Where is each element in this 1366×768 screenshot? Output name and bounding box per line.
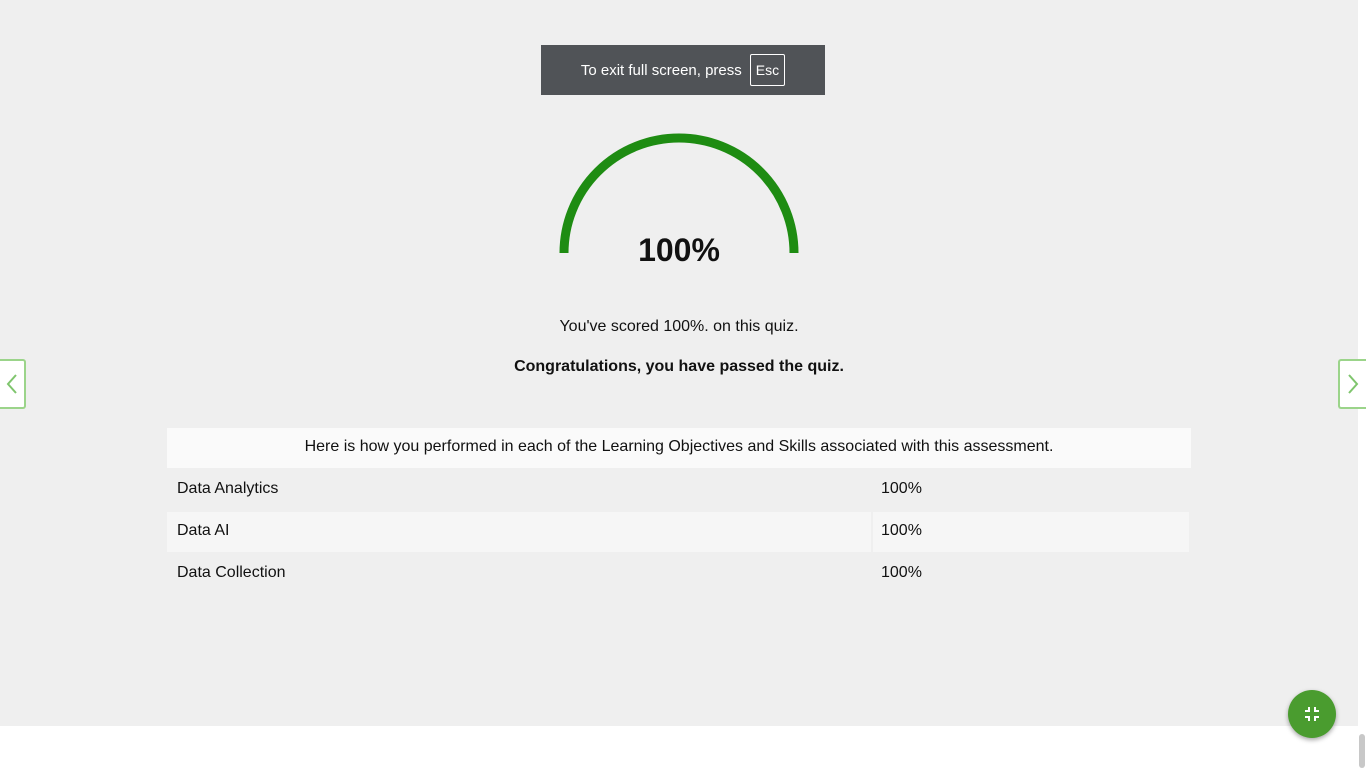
chevron-right-icon xyxy=(1348,374,1359,394)
scrollbar-thumb[interactable] xyxy=(1359,734,1365,768)
objectives-header: Here is how you performed in each of the… xyxy=(167,428,1191,468)
objective-name: Data Collection xyxy=(177,564,286,581)
table-row: Data Collection 100% xyxy=(167,554,1191,594)
objective-name: Data Analytics xyxy=(177,480,279,497)
table-row: Data AI 100% xyxy=(167,512,1191,552)
esc-key-badge: Esc xyxy=(749,54,786,86)
fullscreen-exit-toast: To exit full screen, press Esc xyxy=(541,45,825,95)
table-row: Data Analytics 100% xyxy=(167,470,1191,510)
page-footer-area xyxy=(0,726,1358,768)
objectives-table: Here is how you performed in each of the… xyxy=(167,428,1191,594)
previous-slide-button[interactable] xyxy=(0,359,26,409)
objective-score: 100% xyxy=(881,480,922,497)
objective-score: 100% xyxy=(881,564,922,581)
objective-name: Data AI xyxy=(167,512,871,552)
fullscreen-toast-message: To exit full screen, press xyxy=(580,61,742,79)
pass-message: Congratulations, you have passed the qui… xyxy=(514,358,844,375)
chevron-left-icon xyxy=(6,374,17,394)
objective-score: 100% xyxy=(873,512,1189,552)
next-slide-button[interactable] xyxy=(1338,359,1366,409)
score-percentage: 100% xyxy=(638,232,720,268)
exit-fullscreen-button[interactable] xyxy=(1288,690,1336,738)
exit-fullscreen-icon xyxy=(1305,707,1319,721)
score-message: You've scored 100%. on this quiz. xyxy=(559,318,799,335)
